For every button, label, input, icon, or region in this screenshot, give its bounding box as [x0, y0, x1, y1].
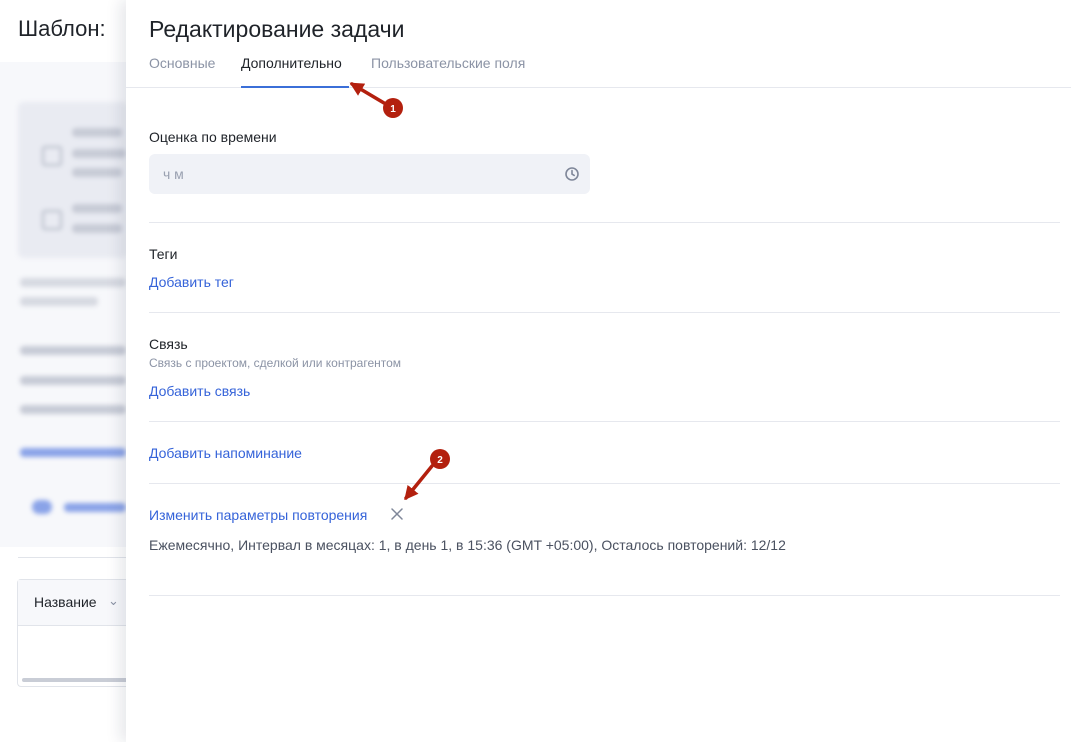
blurred-text [20, 278, 126, 287]
column-header-name: Название [34, 594, 97, 610]
horizontal-scrollbar [22, 678, 130, 682]
background-table: Название ⌄ [17, 579, 130, 687]
background-card [18, 102, 128, 258]
toggle-icon [32, 500, 52, 514]
tab-main[interactable]: Основные [149, 55, 215, 86]
blurred-text [72, 149, 126, 158]
section-divider [149, 222, 1060, 223]
link-label: Связь [149, 336, 188, 352]
background-divider [18, 557, 128, 558]
chevron-down-icon: ⌄ [108, 593, 119, 608]
blurred-text [72, 204, 122, 213]
section-divider [149, 312, 1060, 313]
blurred-link [20, 448, 126, 457]
clock-icon[interactable] [564, 166, 580, 182]
add-tag-link[interactable]: Добавить тег [149, 274, 234, 290]
blurred-text [72, 168, 122, 177]
blurred-text [20, 405, 126, 414]
blurred-text [20, 376, 126, 385]
blurred-text [20, 346, 126, 355]
tab-additional[interactable]: Дополнительно [241, 55, 349, 88]
checkbox-icon [42, 146, 62, 166]
blurred-text [72, 224, 122, 233]
edit-repeat-link[interactable]: Изменить параметры повторения [149, 507, 367, 523]
page-title: Шаблон: [18, 16, 106, 41]
add-link-link[interactable]: Добавить связь [149, 383, 250, 399]
time-estimate-label: Оценка по времени [149, 129, 277, 145]
tags-label: Теги [149, 246, 178, 262]
link-hint: Связь с проектом, сделкой или контрагент… [149, 356, 402, 370]
section-divider [149, 421, 1060, 422]
calendar-icon [42, 210, 62, 230]
blurred-text [20, 297, 98, 306]
blurred-text [72, 128, 122, 137]
repeat-summary: Ежемесячно, Интервал в месяцах: 1, в ден… [149, 537, 786, 553]
tab-bar: Основные Дополнительно Пользовательские … [126, 53, 1071, 88]
time-estimate-input[interactable] [149, 154, 590, 194]
section-divider [149, 483, 1060, 484]
edit-task-drawer: Редактирование задачи Основные Дополните… [126, 0, 1071, 742]
section-divider [149, 595, 1060, 596]
drawer-title: Редактирование задачи [149, 16, 405, 42]
blurred-link [64, 503, 126, 512]
tab-custom-fields[interactable]: Пользовательские поля [371, 55, 525, 86]
add-reminder-link[interactable]: Добавить напоминание [149, 445, 302, 461]
table-header: Название ⌄ [18, 580, 130, 626]
close-icon[interactable] [390, 507, 404, 521]
